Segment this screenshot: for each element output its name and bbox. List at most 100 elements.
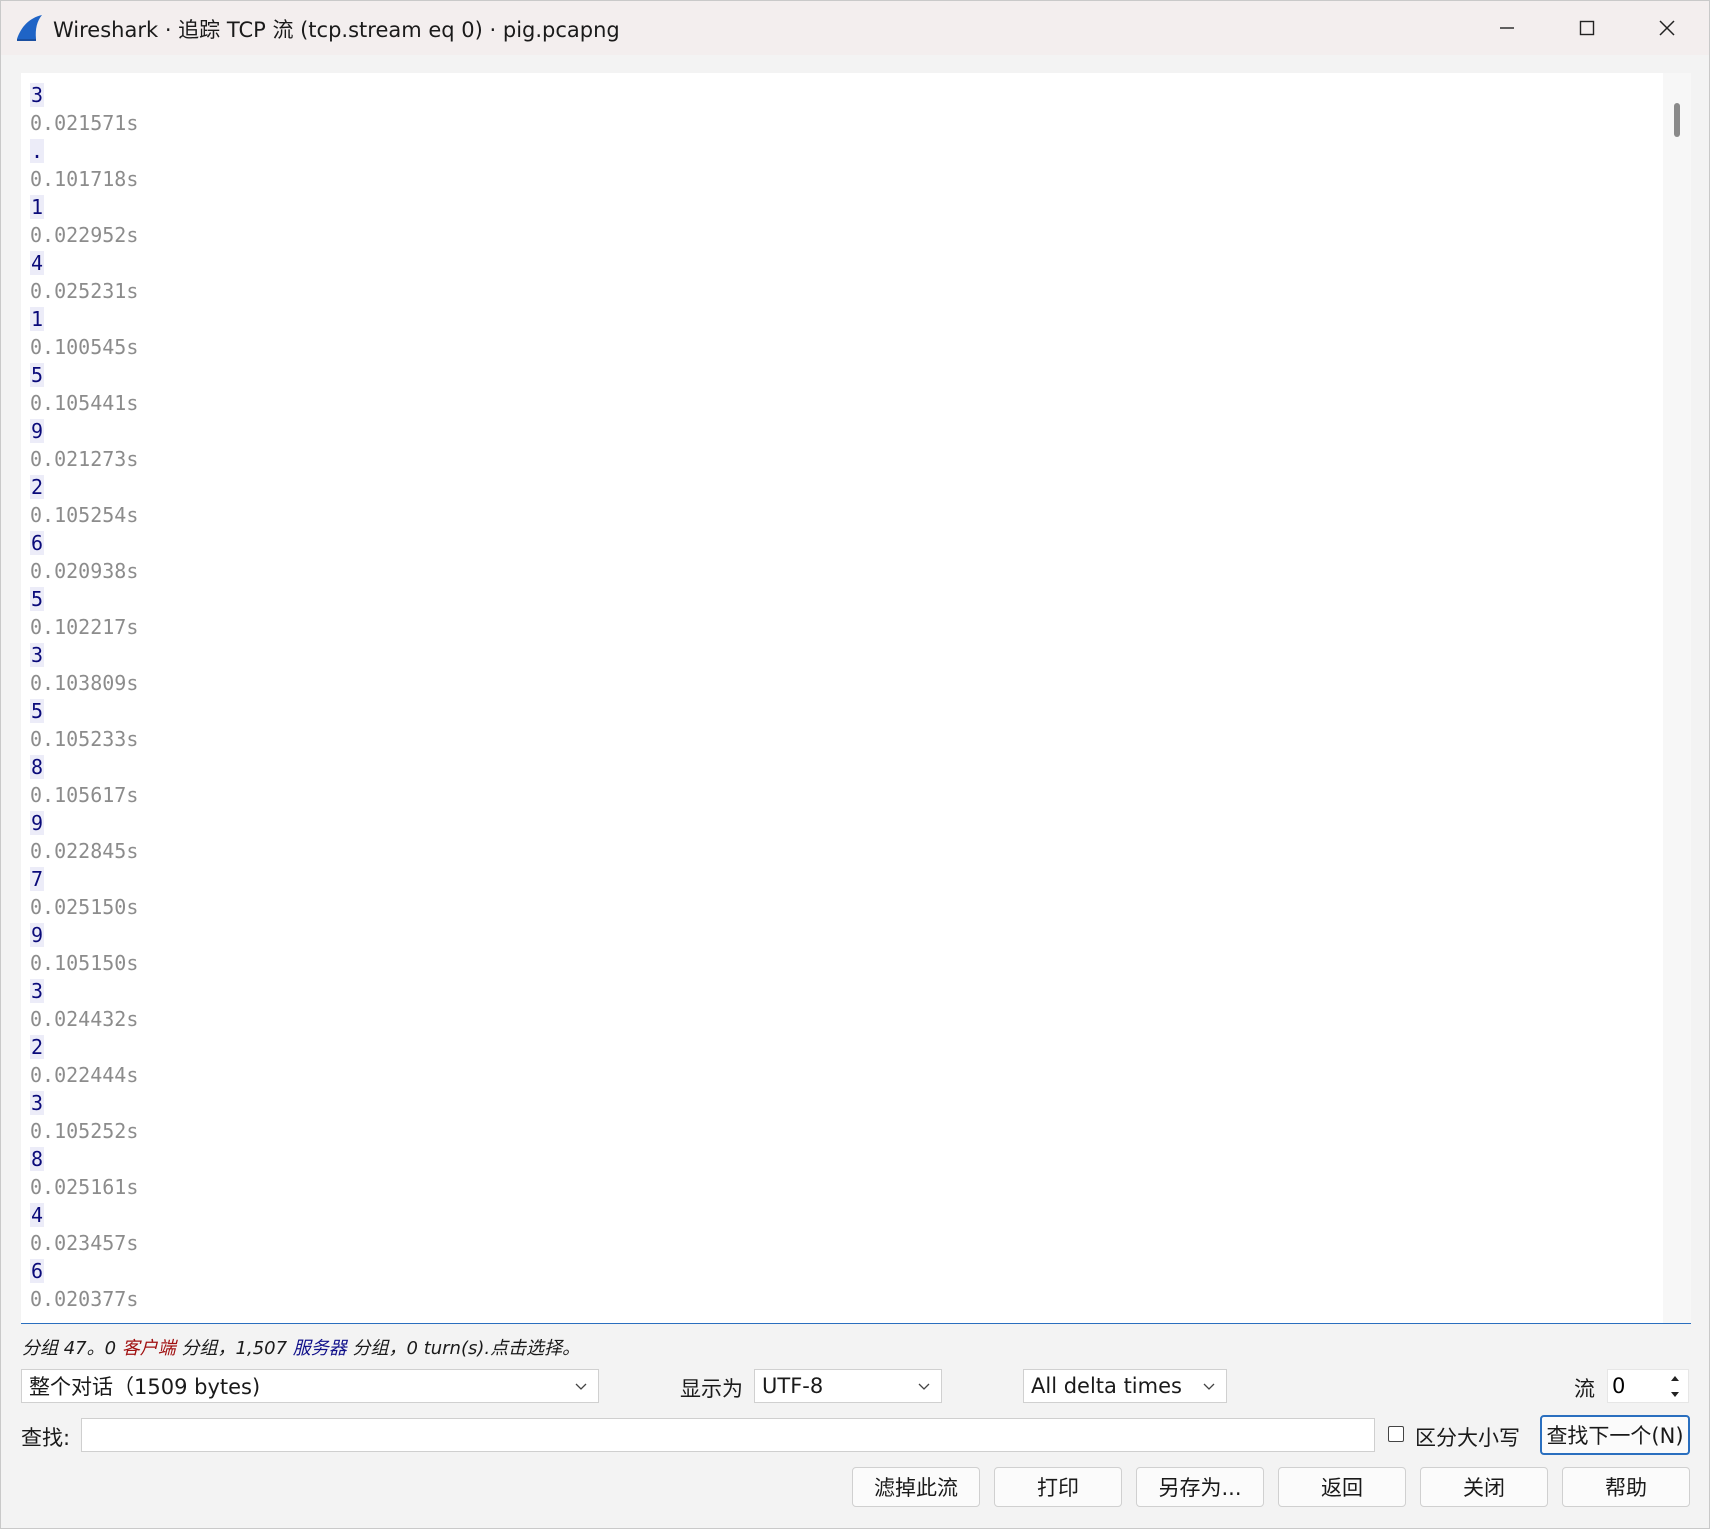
stream-delta-line: 0.105254s	[30, 501, 138, 529]
stream-number-spinbox[interactable]: 0	[1607, 1369, 1689, 1403]
stream-data-line: 2	[30, 1033, 138, 1061]
stream-delta-line: 0.105150s	[30, 949, 138, 977]
stream-data-text: .	[30, 139, 45, 163]
help-button[interactable]: 帮助	[1562, 1467, 1690, 1507]
stream-data-line: 4	[30, 249, 138, 277]
stream-data-line: 1	[30, 305, 138, 333]
stream-delta-text: 0.105441s	[30, 391, 139, 415]
stream-data-line: 1	[30, 193, 138, 221]
stream-data-line: 9	[30, 921, 138, 949]
case-sensitive-label: 区分大小写	[1415, 1426, 1520, 1450]
title-bar[interactable]: Wireshark · 追踪 TCP 流 (tcp.stream eq 0) ·…	[1, 1, 1709, 55]
stream-data-text: 5	[30, 587, 45, 611]
stream-data-line: 3	[30, 1089, 138, 1117]
stream-data-line: 3	[30, 977, 138, 1005]
stream-data-text: 6	[30, 531, 45, 555]
stream-data-text: 1	[30, 307, 45, 331]
stream-delta-text: 0.022952s	[30, 223, 139, 247]
stream-delta-text: 0.105233s	[30, 727, 139, 751]
find-label: 查找:	[21, 1426, 71, 1450]
stream-delta-line: 0.022952s	[30, 221, 138, 249]
stream-data-line: .	[30, 137, 138, 165]
stream-delta-line: 0.025231s	[30, 277, 138, 305]
find-input[interactable]	[81, 1418, 1375, 1452]
stream-status-text[interactable]: 分组 47。0 客户端 分组，1,507 服务器 分组，0 turn(s).点击…	[22, 1334, 580, 1360]
stream-delta-text: 0.105252s	[30, 1119, 139, 1143]
stream-data-text: 9	[30, 419, 45, 443]
stream-delta-line: 0.021273s	[30, 445, 138, 473]
chevron-down-icon	[1203, 1383, 1215, 1390]
vertical-scrollbar[interactable]	[1663, 73, 1691, 1323]
stream-delta-text: 0.023457s	[30, 1231, 139, 1255]
stream-data-line: 6	[30, 1257, 138, 1285]
stream-data-line: 2	[30, 473, 138, 501]
minimize-icon	[1500, 27, 1514, 29]
stream-data-text: 4	[30, 251, 45, 275]
back-button[interactable]: 返回	[1278, 1467, 1406, 1507]
stream-data-text: 3	[30, 979, 45, 1003]
stream-data-text: 6	[30, 1259, 45, 1283]
stream-delta-text: 0.022444s	[30, 1063, 139, 1087]
save-as-button[interactable]: 另存为...	[1136, 1467, 1264, 1507]
stream-delta-text: 0.105617s	[30, 783, 139, 807]
spin-up-icon[interactable]	[1668, 1373, 1682, 1385]
stream-delta-text: 0.102217s	[30, 615, 139, 639]
encoding-select[interactable]: UTF-8	[754, 1369, 942, 1403]
stream-data-text: 1	[30, 195, 45, 219]
stream-delta-line: 0.022845s	[30, 837, 138, 865]
filter-out-stream-button[interactable]: 滤掉此流	[852, 1467, 980, 1507]
stream-data-line: 5	[30, 697, 138, 725]
stream-data-text: 5	[30, 699, 45, 723]
stream-data-line: 8	[30, 1145, 138, 1173]
stream-delta-text: 0.025231s	[30, 279, 139, 303]
stream-data-text: 5	[30, 363, 45, 387]
stream-data-text: 3	[30, 1091, 45, 1115]
stream-delta-line: 0.105233s	[30, 725, 138, 753]
stream-delta-line: 0.100545s	[30, 333, 138, 361]
chevron-down-icon	[575, 1383, 587, 1390]
status-server-label: 服务器	[292, 1338, 347, 1359]
maximize-button[interactable]	[1547, 1, 1627, 55]
stream-data-line: 3	[30, 641, 138, 669]
show-as-label: 显示为	[680, 1377, 743, 1401]
find-next-button[interactable]: 查找下一个(N)	[1540, 1415, 1690, 1455]
stream-delta-line: 0.025161s	[30, 1173, 138, 1201]
stream-data-text: 2	[30, 475, 45, 499]
case-sensitive-checkbox[interactable]	[1388, 1426, 1404, 1442]
stream-delta-line: 0.101718s	[30, 165, 138, 193]
stream-delta-text: 0.101718s	[30, 167, 139, 191]
stream-delta-line: 0.105441s	[30, 389, 138, 417]
stream-delta-line: 0.103809s	[30, 669, 138, 697]
stream-delta-line: 0.020377s	[30, 1285, 138, 1313]
stream-delta-text: 0.024432s	[30, 1007, 139, 1031]
spin-down-icon[interactable]	[1668, 1388, 1682, 1400]
chevron-down-icon	[918, 1383, 930, 1390]
close-icon	[1659, 20, 1675, 36]
stream-delta-text: 0.103809s	[30, 671, 139, 695]
stream-data-text: 4	[30, 1203, 45, 1227]
status-prefix: 分组 47。0	[22, 1338, 122, 1359]
stream-data-text: 2	[30, 1035, 45, 1059]
stream-data-text: 3	[30, 643, 45, 667]
conversation-select[interactable]: 整个对话（1509 bytes)	[21, 1369, 599, 1403]
encoding-select-value: UTF-8	[762, 1374, 824, 1398]
delta-times-select[interactable]: All delta times	[1023, 1369, 1227, 1403]
stream-data-line: 3	[30, 81, 138, 109]
print-button[interactable]: 打印	[994, 1467, 1122, 1507]
stream-delta-line: 0.023457s	[30, 1229, 138, 1257]
stream-data-text: 9	[30, 811, 45, 835]
stream-delta-line: 0.105252s	[30, 1117, 138, 1145]
stream-delta-text: 0.105150s	[30, 951, 139, 975]
stream-data-text: 9	[30, 923, 45, 947]
stream-delta-text: 0.020377s	[30, 1287, 139, 1311]
stream-delta-line: 0.025150s	[30, 893, 138, 921]
close-button[interactable]: 关闭	[1420, 1467, 1548, 1507]
stream-data-line: 9	[30, 809, 138, 837]
minimize-button[interactable]	[1467, 1, 1547, 55]
stream-data-text: 8	[30, 1147, 45, 1171]
close-window-button[interactable]	[1627, 1, 1707, 55]
scrollbar-thumb[interactable]	[1674, 103, 1680, 137]
stream-delta-text: 0.021273s	[30, 447, 139, 471]
stream-delta-text: 0.105254s	[30, 503, 139, 527]
stream-content-area[interactable]: 3 0.021571s. 0.101718s 1 0.022952s 4 0.025231s…	[21, 73, 1691, 1324]
